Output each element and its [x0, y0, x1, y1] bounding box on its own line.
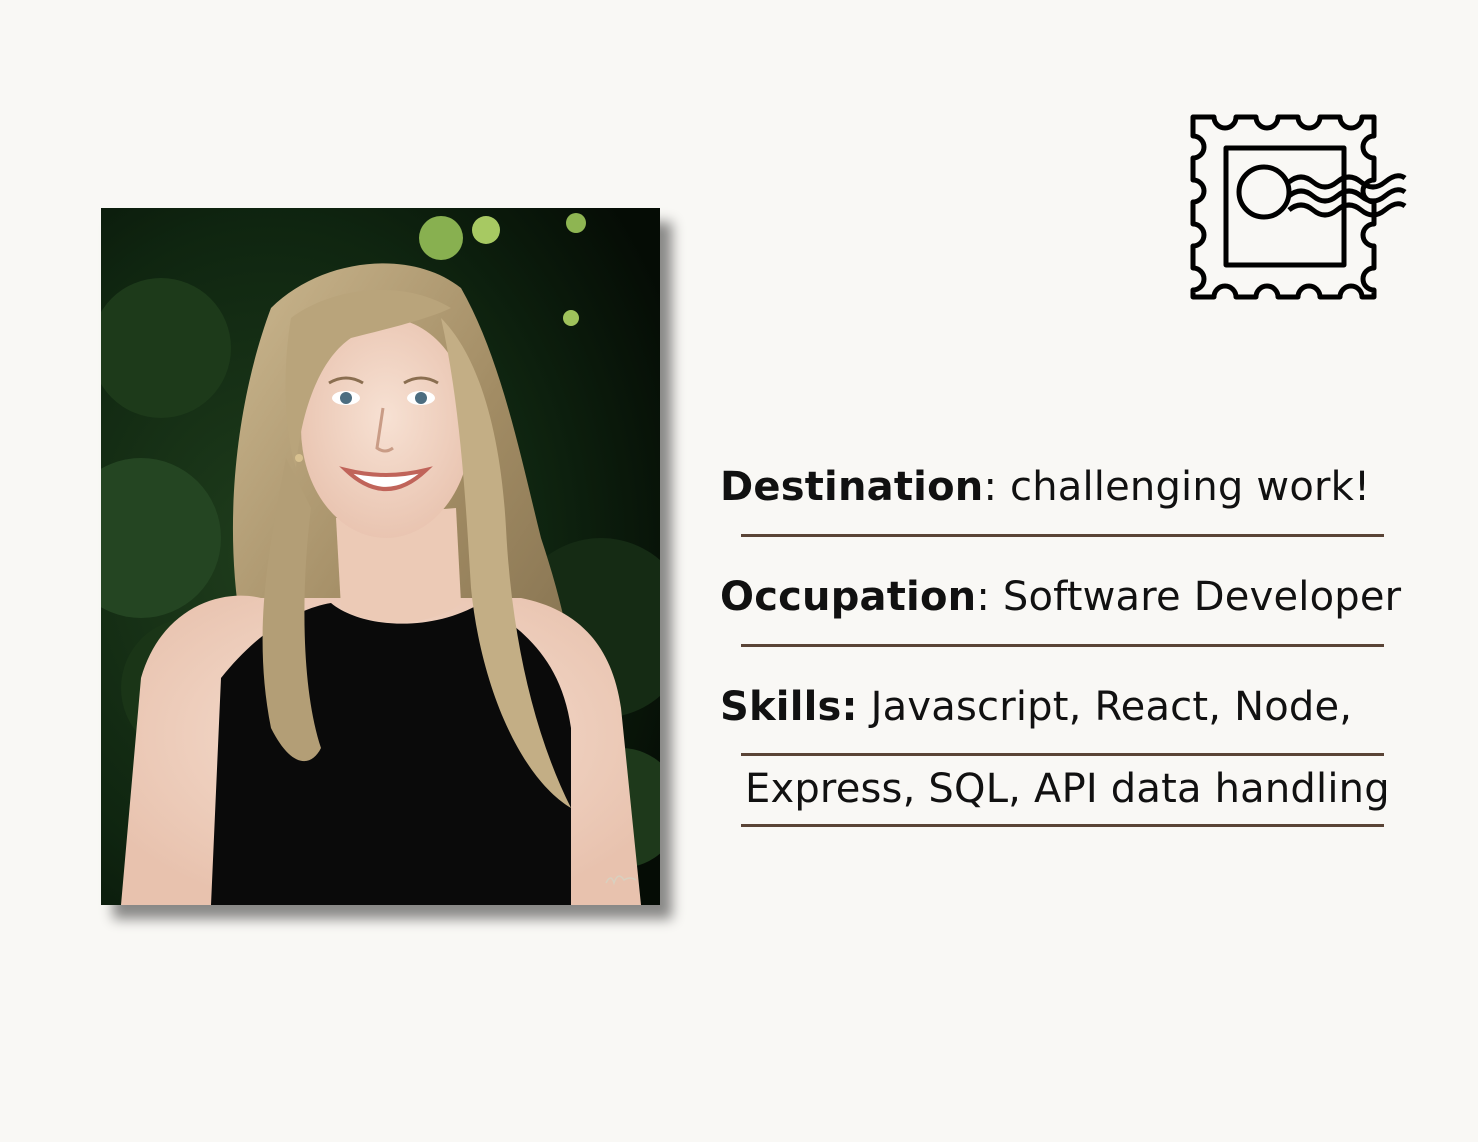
- divider: [741, 753, 1384, 756]
- skills-line-2: Express, SQL, API data handling: [745, 766, 1390, 812]
- divider: [741, 644, 1384, 647]
- occupation-label: Occupation: [720, 574, 977, 620]
- portrait-illustration: [101, 208, 660, 905]
- divider: [741, 534, 1384, 537]
- postage-stamp-icon: [1190, 114, 1407, 300]
- skills-line: Skills: Javascript, React, Node,: [720, 684, 1352, 730]
- destination-line: Destination: challenging work!: [720, 464, 1370, 510]
- occupation-line: Occupation: Software Developer: [720, 574, 1401, 620]
- skills-label: Skills:: [720, 684, 858, 730]
- profile-photo: [101, 208, 660, 905]
- occupation-value: : Software Developer: [976, 574, 1402, 620]
- skills-value-line1: Javascript, React, Node,: [857, 684, 1353, 730]
- skills-value-line2: Express, SQL, API data handling: [745, 766, 1390, 812]
- divider: [741, 824, 1384, 827]
- destination-value: : challenging work!: [983, 464, 1371, 510]
- destination-label: Destination: [720, 464, 984, 510]
